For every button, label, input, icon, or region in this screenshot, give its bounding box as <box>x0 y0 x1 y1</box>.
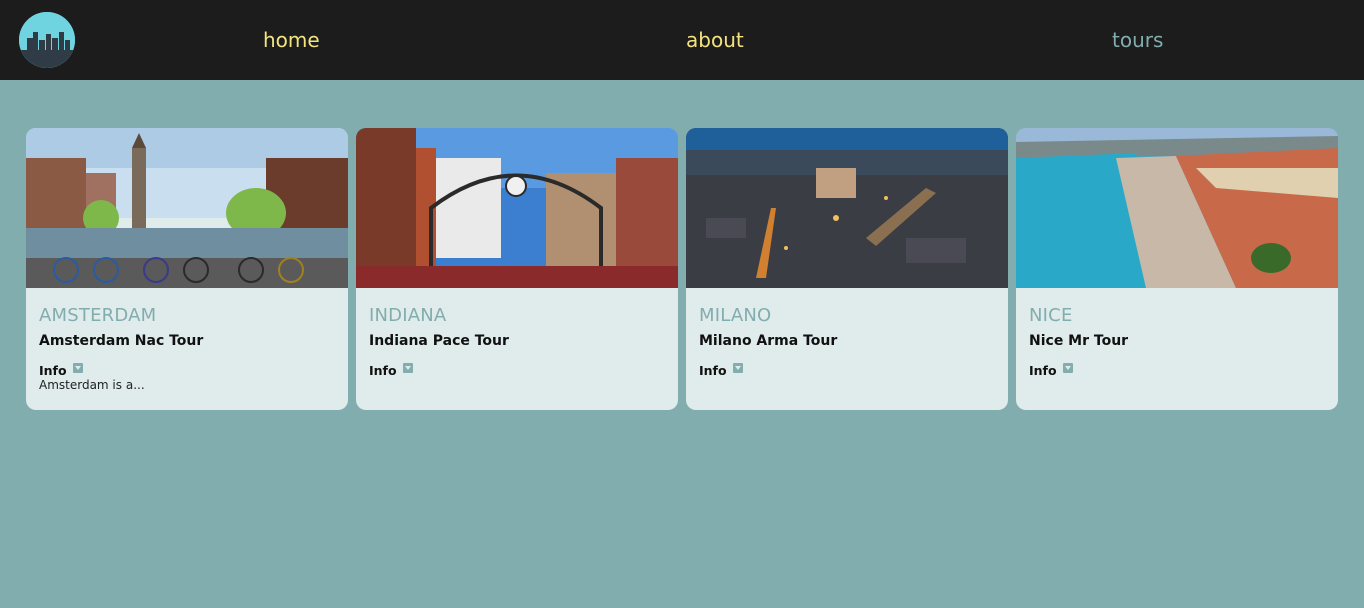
tour-name: Milano Arma Tour <box>699 333 838 349</box>
indiana-street-photo <box>356 128 678 288</box>
tour-city: NICE <box>1029 305 1073 326</box>
tour-city: INDIANA <box>369 305 447 326</box>
info-label: Info <box>369 363 397 378</box>
chevron-down-icon[interactable] <box>403 363 413 373</box>
tour-card-nice: NICE Nice Mr Tour Info <box>1016 128 1338 410</box>
tour-city: AMSTERDAM <box>39 305 157 326</box>
chevron-down-icon[interactable] <box>73 363 83 373</box>
nav-link-about[interactable]: about <box>686 28 744 52</box>
info-toggle-button[interactable]: Info <box>699 360 743 378</box>
info-toggle-button[interactable]: Info <box>1029 360 1073 378</box>
tour-name: Nice Mr Tour <box>1029 333 1129 349</box>
tour-card-amsterdam: AMSTERDAM Amsterdam Nac Tour Info Amster… <box>26 128 348 410</box>
info-toggle-button[interactable]: Info <box>39 360 83 378</box>
info-label: Info <box>39 363 67 378</box>
nav-link-tours[interactable]: tours <box>1112 28 1163 52</box>
city-skyline-icon[interactable] <box>19 12 75 68</box>
nice-beach-photo <box>1016 128 1338 288</box>
tour-card-indiana: INDIANA Indiana Pace Tour Info <box>356 128 678 410</box>
info-label: Info <box>699 363 727 378</box>
info-label: Info <box>1029 363 1057 378</box>
tour-name: Amsterdam Nac Tour <box>39 333 204 349</box>
info-toggle-button[interactable]: Info <box>369 360 413 378</box>
tour-card-milano: MILANO Milano Arma Tour Info <box>686 128 1008 410</box>
tour-city: MILANO <box>699 305 772 326</box>
navbar: home about tours <box>0 0 1364 80</box>
nav-link-home[interactable]: home <box>263 28 320 52</box>
milano-aerial-photo <box>686 128 1008 288</box>
chevron-down-icon[interactable] <box>1063 363 1073 373</box>
tour-name: Indiana Pace Tour <box>369 333 509 349</box>
amsterdam-canal-photo <box>26 128 348 288</box>
tour-info-text: Amsterdam is a... <box>39 378 145 392</box>
chevron-down-icon[interactable] <box>733 363 743 373</box>
